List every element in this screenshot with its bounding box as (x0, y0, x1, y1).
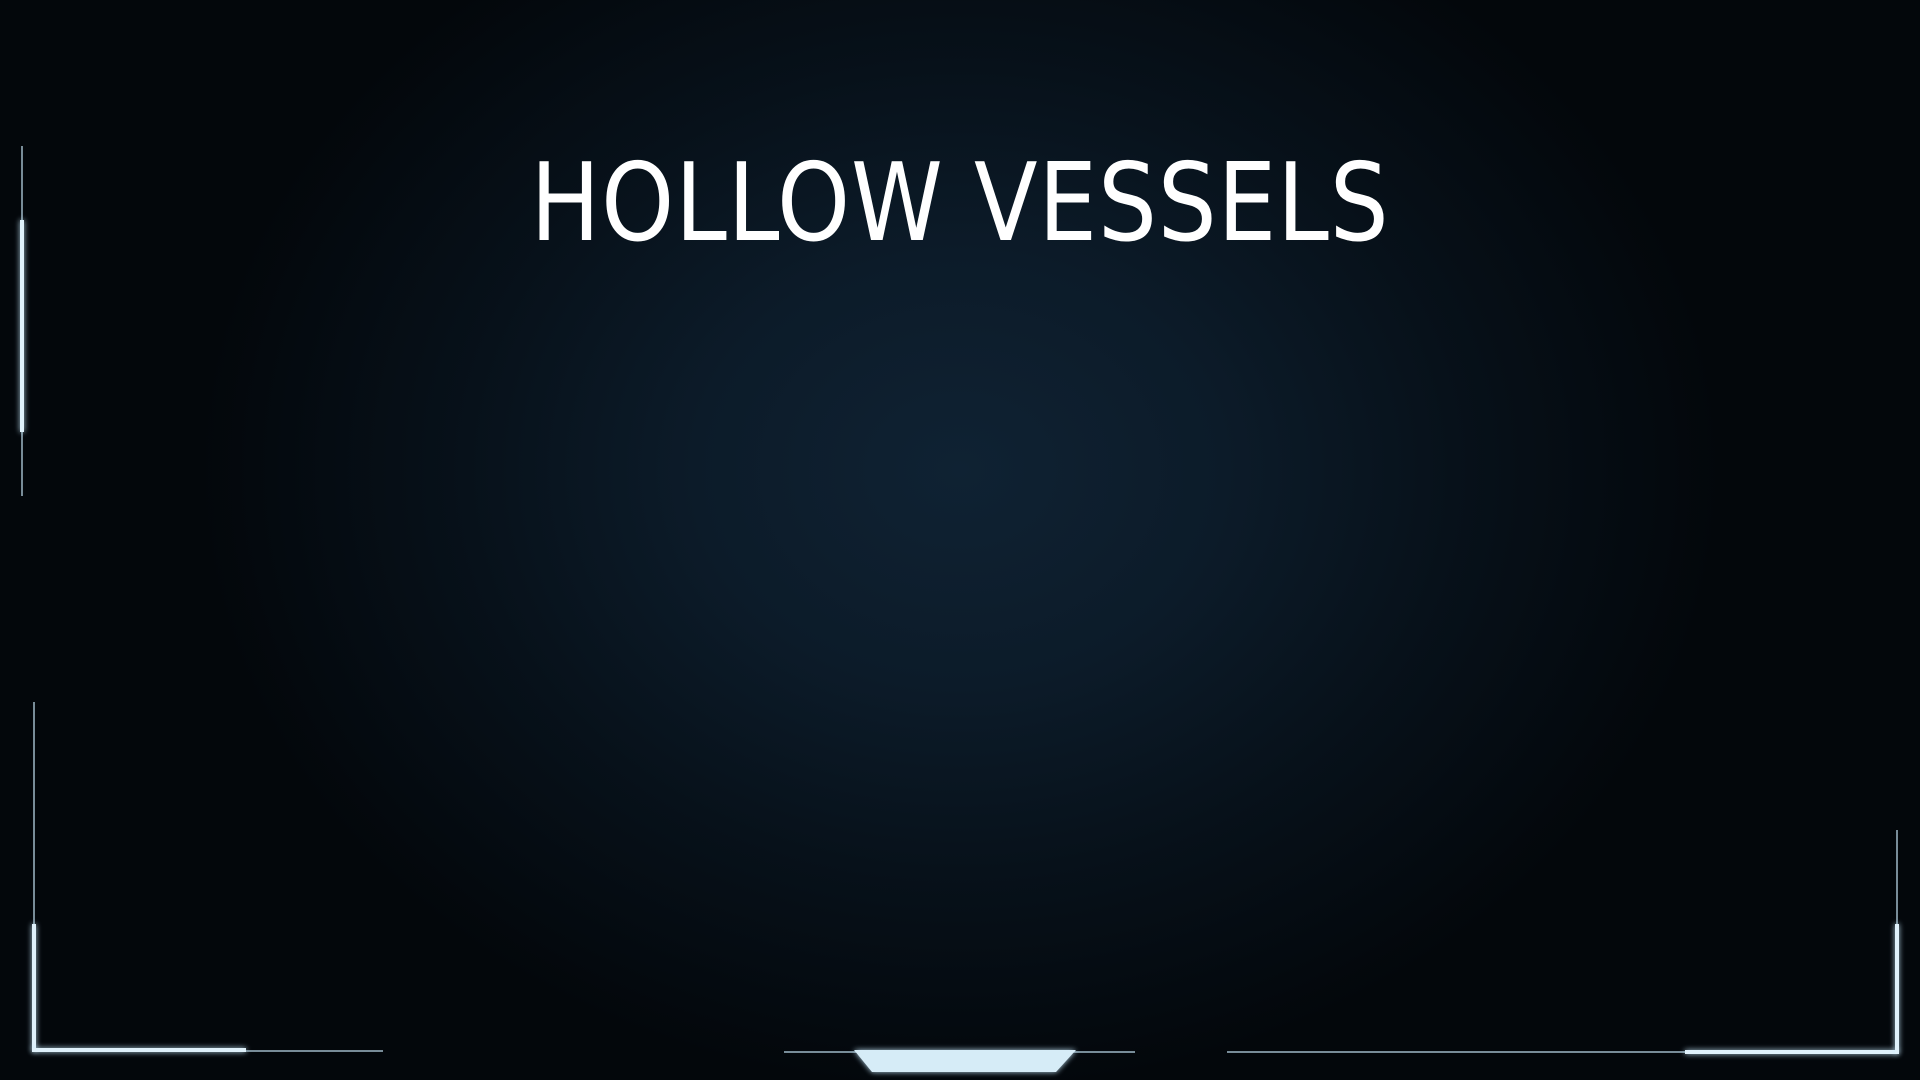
title-screen: HOLLOW VESSELS (0, 0, 1920, 1080)
bottom-center-notch (784, 1050, 1135, 1072)
bottom-left-corner-bracket (32, 702, 383, 1052)
bottom-right-corner-bracket (1227, 830, 1899, 1054)
hud-frame (20, 146, 1899, 1072)
